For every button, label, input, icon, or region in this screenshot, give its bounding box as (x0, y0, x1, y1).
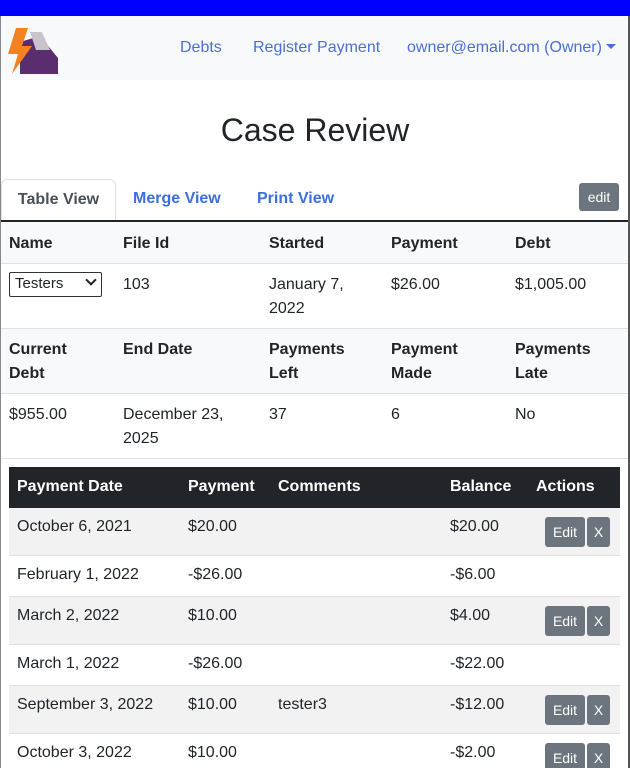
edit-payment-button[interactable]: Edit (545, 743, 585, 768)
table-row: September 3, 2022 $10.00 tester3 -$12.00 Edi… (9, 686, 620, 734)
balance-cell: -$22.00 (450, 655, 505, 672)
started-value: January 7, 2022 (269, 276, 344, 317)
tab-print-view[interactable]: Print View (257, 190, 334, 208)
header-current-debt: Current Debt (9, 341, 67, 382)
edit-payment-button[interactable]: Edit (545, 606, 585, 636)
comments-cell: tester3 (278, 696, 327, 713)
payment-amount-cell: $10.00 (188, 744, 237, 761)
balance-cell: -$12.00 (450, 696, 505, 713)
name-select-value: Testers (15, 275, 64, 292)
payment-amount-cell: $10.00 (188, 696, 237, 713)
payment-date-cell: February 1, 2022 (17, 566, 139, 583)
chevron-down-icon (85, 274, 97, 286)
table-row: October 6, 2021 $20.00 $20.00 Edit X (9, 508, 620, 556)
th-comments: Comments (278, 478, 361, 495)
delete-payment-button[interactable]: X (587, 695, 610, 725)
page-title: Case Review (220, 112, 410, 148)
payment-amount-cell: $10.00 (188, 607, 237, 624)
payment-date-cell: October 3, 2022 (17, 744, 132, 761)
table-row: March 1, 2022 -$26.00 -$22.00 (9, 645, 620, 686)
th-payment: Payment (188, 478, 255, 495)
tab-table-view[interactable]: Table View (1, 179, 116, 222)
chevron-down-icon (605, 44, 616, 49)
balance-cell: $4.00 (450, 607, 491, 624)
user-menu-dropdown[interactable]: owner@email.com (Owner) (407, 39, 616, 57)
browser-top-bar (0, 0, 630, 16)
lightning-bolt-logo-icon[interactable] (6, 28, 60, 76)
current-debt-value: $955.00 (9, 406, 67, 423)
payment-value: $26.00 (391, 276, 440, 293)
navbar: Debts Register Payment owner@email.com (… (1, 16, 628, 80)
table-row: February 1, 2022 -$26.00 -$6.00 (9, 556, 620, 597)
tab-merge-view[interactable]: Merge View (133, 190, 221, 208)
delete-payment-button[interactable]: X (587, 517, 610, 547)
payment-date-cell: September 3, 2022 (17, 696, 154, 713)
name-select[interactable]: Testers (9, 272, 102, 297)
th-balance: Balance (450, 478, 512, 495)
file-id-value: 103 (123, 276, 150, 293)
edit-payment-button[interactable]: Edit (545, 517, 585, 547)
header-end-date: End Date (123, 341, 193, 358)
header-name: Name (9, 235, 53, 252)
th-actions: Actions (536, 478, 595, 495)
header-payment-made: Payment Made (391, 341, 458, 382)
payments-table-header: Payment Date Payment Comments Balance Ac… (9, 467, 620, 508)
edit-payment-button[interactable]: Edit (545, 695, 585, 725)
edit-case-button[interactable]: edit (579, 183, 619, 211)
payment-made-value: 6 (391, 406, 400, 423)
header-payments-left: Payments Left (269, 341, 345, 382)
payment-amount-cell: $20.00 (188, 518, 237, 535)
payments-left-value: 37 (269, 406, 287, 423)
th-payment-date: Payment Date (17, 478, 123, 495)
header-payment: Payment (391, 235, 458, 252)
balance-cell: -$6.00 (450, 566, 496, 583)
payment-amount-cell: -$26.00 (188, 566, 243, 583)
nav-link-debts[interactable]: Debts (180, 39, 222, 57)
payment-date-cell: March 1, 2022 (17, 655, 120, 672)
payments-late-value: No (515, 406, 536, 423)
payment-date-cell: October 6, 2021 (17, 518, 132, 535)
table-row: March 2, 2022 $10.00 $4.00 Edit X (9, 597, 620, 645)
user-menu-label: owner@email.com (Owner) (407, 39, 602, 56)
header-started: Started (269, 235, 325, 252)
nav-link-register-payment[interactable]: Register Payment (253, 39, 380, 57)
header-payments-late: Payments Late (515, 341, 591, 382)
header-file-id: File Id (123, 235, 170, 252)
delete-payment-button[interactable]: X (587, 606, 610, 636)
payment-date-cell: March 2, 2022 (17, 607, 120, 624)
balance-cell: -$2.00 (450, 744, 496, 761)
end-date-value: December 23, 2025 (123, 406, 224, 447)
payment-amount-cell: -$26.00 (188, 655, 243, 672)
balance-cell: $20.00 (450, 518, 499, 535)
delete-payment-button[interactable]: X (587, 743, 610, 768)
header-debt: Debt (515, 235, 551, 252)
table-row: October 3, 2022 $10.00 -$2.00 Edit X (9, 734, 620, 768)
debt-value: $1,005.00 (515, 276, 587, 293)
